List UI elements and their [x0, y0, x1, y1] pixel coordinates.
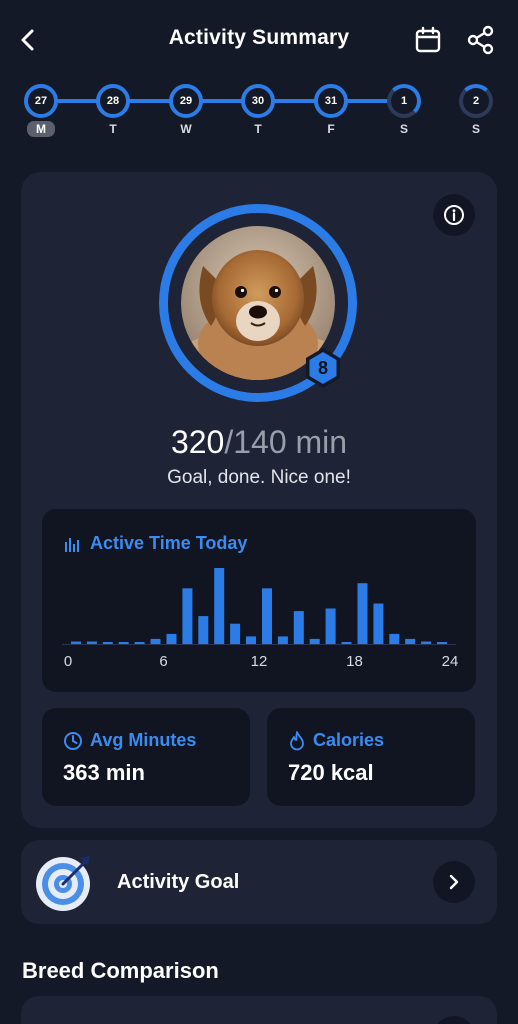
x-tick-label: 0 — [64, 653, 72, 670]
calories-header: Calories — [288, 730, 384, 751]
day-label: M — [27, 121, 55, 137]
avg-minutes-value: 363 min — [63, 760, 145, 785]
calories-card: Calories 720 kcal — [267, 708, 475, 806]
chart-bar — [230, 623, 241, 644]
day-ring: 27 — [24, 84, 58, 118]
goal-minutes: /140 min — [224, 424, 348, 460]
chart-bar — [341, 642, 352, 644]
calories-title: Calories — [313, 730, 385, 750]
day-monday[interactable]: 27 M — [21, 82, 61, 138]
activity-goal-arrow-button[interactable] — [433, 861, 475, 903]
calendar-icon — [415, 26, 441, 53]
goal-message: Goal, done. Nice one! — [167, 467, 351, 488]
day-thursday[interactable]: 30 T — [238, 82, 278, 137]
day-label: S — [471, 122, 480, 136]
clock-icon — [64, 731, 82, 750]
day-ring: 2 — [459, 84, 493, 118]
day-friday[interactable]: 31 F — [311, 82, 351, 137]
x-tick-label: 12 — [251, 653, 268, 670]
active-time-chart: 0 6 12 18 24 — [62, 568, 459, 670]
day-ring: 1 — [387, 84, 421, 118]
avg-minutes-title: Avg Minutes — [90, 730, 197, 750]
chart-bar — [421, 641, 432, 644]
chevron-right-icon — [449, 874, 459, 890]
level-badge: 8 — [301, 346, 345, 390]
chart-bar — [118, 642, 129, 644]
flame-icon — [290, 730, 304, 750]
breed-comparison-arrow-button[interactable] — [433, 1016, 475, 1024]
day-label: F — [327, 122, 335, 136]
chart-bar — [86, 641, 97, 644]
avg-minutes-header: Avg Minutes — [63, 730, 196, 751]
activity-goal-row[interactable]: Activity Goal — [21, 840, 497, 924]
chart-bar — [309, 638, 320, 644]
activity-goal-label: Activity Goal — [117, 871, 240, 893]
chart-bar — [357, 583, 368, 644]
current-minutes: 320 — [170, 424, 225, 460]
chart-bar — [293, 611, 304, 644]
chart-bar — [182, 588, 193, 644]
header: Activity Summary — [0, 0, 518, 80]
breed-comparison-card[interactable] — [21, 996, 497, 1024]
day-ring: 29 — [169, 84, 203, 118]
day-wednesday[interactable]: 29 W — [166, 82, 206, 137]
day-ring: 28 — [96, 84, 130, 118]
chart-bar — [437, 642, 447, 644]
chart-bar — [214, 568, 225, 644]
chart-bar — [262, 588, 272, 644]
target-icon — [36, 856, 90, 911]
x-tick-label: 24 — [442, 653, 459, 670]
day-ring: 31 — [314, 84, 348, 118]
chart-bar — [134, 642, 145, 644]
day-label: W — [180, 122, 192, 136]
day-saturday[interactable]: 1 S — [384, 82, 424, 137]
day-ring: 30 — [241, 84, 275, 118]
chart-bar — [150, 638, 161, 644]
calories-value: 720 kcal — [288, 760, 374, 785]
day-label: S — [399, 122, 408, 136]
x-tick-label: 18 — [346, 653, 363, 670]
chart-bar — [277, 636, 288, 644]
day-sunday[interactable]: 2 S — [456, 82, 496, 137]
activity-summary-card: 8 320/140 min Goal, done. Nice one! Acti… — [21, 172, 497, 828]
day-label: T — [254, 122, 262, 136]
week-selector: 27 M 28 T 29 W 30 T 31 F 1 S 2 S — [0, 82, 518, 142]
day-tuesday[interactable]: 28 T — [93, 82, 133, 137]
calendar-button[interactable] — [408, 20, 448, 60]
chart-bar — [102, 642, 113, 644]
x-tick-label: 6 — [159, 653, 167, 670]
chart-bar — [246, 636, 256, 644]
chart-bar — [166, 633, 177, 644]
info-button[interactable] — [433, 194, 475, 236]
share-button[interactable] — [461, 20, 501, 60]
chart-bar — [325, 608, 336, 644]
chart-bar — [71, 641, 81, 644]
avg-minutes-card: Avg Minutes 363 min — [42, 708, 250, 806]
chart-bar — [373, 603, 384, 644]
level-number: 8 — [317, 357, 328, 378]
day-label: T — [109, 122, 117, 136]
chart-bar — [198, 616, 209, 644]
share-icon — [467, 25, 494, 55]
active-time-card: Active Time Today 0 6 12 18 24 — [42, 509, 476, 692]
info-icon — [444, 205, 464, 225]
chart-bar — [389, 633, 400, 644]
chart-bar — [405, 638, 416, 644]
avatar-progress-ring: 8 — [159, 204, 357, 402]
breed-comparison-heading: Breed Comparison — [22, 958, 219, 983]
minutes-progress: 320/140 min — [21, 424, 497, 461]
